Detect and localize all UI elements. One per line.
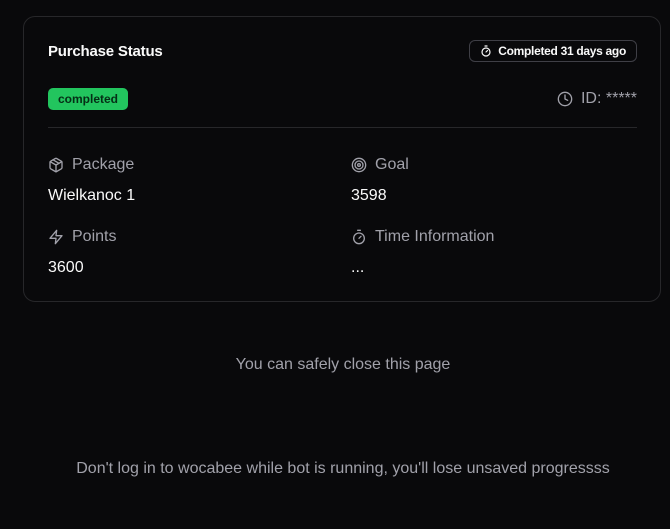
- field-package: Package Wielkanoc 1: [48, 155, 135, 207]
- goal-value: 3598: [351, 187, 387, 204]
- goal-label: Goal: [375, 156, 409, 173]
- purchase-id-label: ID: *****: [580, 90, 637, 107]
- field-points: Points 3600: [48, 227, 116, 279]
- zap-icon: [48, 229, 64, 245]
- points-label: Points: [72, 228, 117, 245]
- card-title: Purchase Status: [48, 43, 163, 60]
- field-goal: Goal 3598: [351, 155, 409, 207]
- warning-message: Don't log in to wocabee while bot is run…: [76, 460, 610, 477]
- field-time-information: Time Information ...: [351, 227, 494, 279]
- purchase-status-card: Purchase Status Completed 31 days ago co…: [23, 16, 661, 302]
- time-information-value: ...: [351, 259, 365, 276]
- timer-icon: [351, 229, 367, 245]
- close-page-message: You can safely close this page: [235, 356, 451, 373]
- clock-icon: [557, 91, 573, 107]
- divider: [48, 127, 637, 128]
- status-badge: completed: [48, 88, 129, 110]
- package-icon: [48, 157, 64, 173]
- timer-icon: [480, 45, 492, 57]
- points-value: 3600: [48, 259, 84, 276]
- package-label: Package: [72, 156, 135, 173]
- time-badge-label: Completed 31 days ago: [498, 44, 626, 58]
- purchase-id: ID: *****: [557, 90, 637, 108]
- target-icon: [351, 157, 367, 173]
- completed-time-badge: Completed 31 days ago: [469, 40, 637, 62]
- package-value: Wielkanoc 1: [48, 187, 136, 204]
- time-information-label: Time Information: [375, 228, 495, 245]
